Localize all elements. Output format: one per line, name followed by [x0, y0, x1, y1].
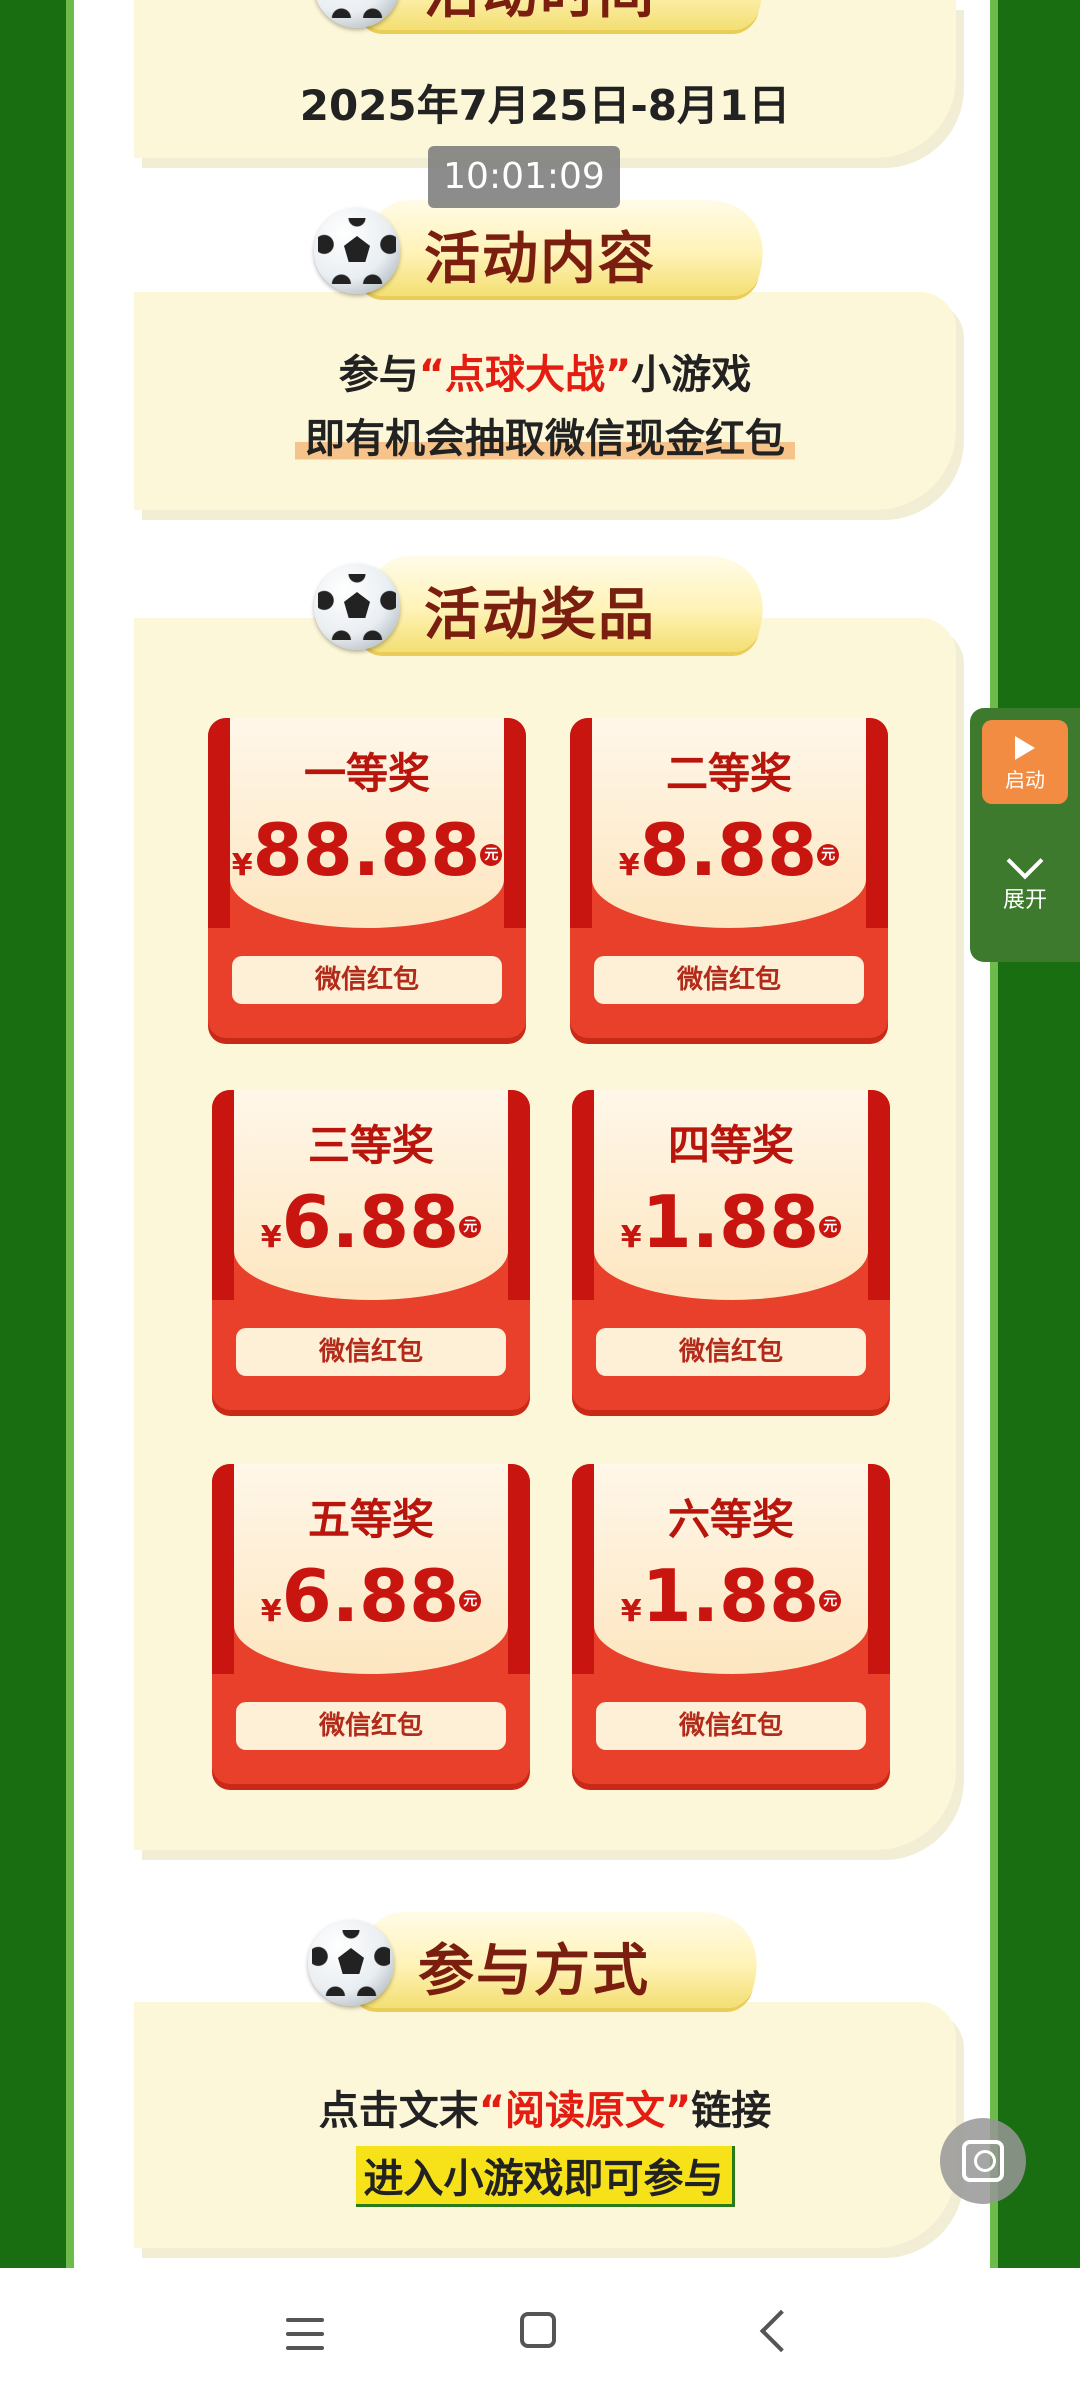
prize-name: 六等奖 — [667, 1495, 794, 1544]
prize-name: 四等奖 — [667, 1121, 794, 1170]
prize-name: 二等奖 — [665, 749, 792, 798]
wechat-red-packet-button[interactable]: 微信红包 — [236, 1702, 506, 1750]
article-page: 2025年7月25日-8月1日 活动时间 参与“点球大战”小游戏 即有机会抽取微… — [66, 0, 998, 2268]
soccer-ball-icon — [314, 564, 400, 650]
join-heading: 参与方式 — [308, 1912, 772, 2008]
prize-card-4[interactable]: 四等奖 ¥1.88 元 微信红包 — [572, 1090, 890, 1410]
join-line-1: 点击文末“阅读原文”链接 — [318, 2088, 772, 2134]
play-icon — [1015, 736, 1035, 760]
prize-amount: ¥88.88 元 — [208, 808, 526, 892]
prize-amount: ¥6.88 元 — [212, 1554, 530, 1638]
time-heading: 活动时间 — [314, 0, 778, 30]
prize-card-1[interactable]: 一等奖 ¥88.88 元 微信红包 — [208, 718, 526, 1038]
soccer-ball-icon — [308, 1920, 394, 2006]
wechat-red-packet-button[interactable]: 微信红包 — [596, 1702, 866, 1750]
prize-name: 五等奖 — [307, 1495, 434, 1544]
scan-button[interactable] — [940, 2118, 1026, 2204]
expand-button[interactable]: 展开 — [970, 842, 1080, 914]
prize-name: 三等奖 — [307, 1121, 434, 1170]
wechat-red-packet-button[interactable]: 微信红包 — [596, 1328, 866, 1376]
prizes-heading: 活动奖品 — [314, 556, 778, 652]
soccer-ball-icon — [314, 208, 400, 294]
wechat-red-packet-button[interactable]: 微信红包 — [232, 956, 502, 1004]
content-card: 参与“点球大战”小游戏 即有机会抽取微信现金红包 — [134, 292, 956, 510]
read-original-highlight: “阅读原文” — [478, 2088, 692, 2134]
start-button[interactable]: 启动 — [982, 720, 1068, 804]
join-card: 点击文末“阅读原文”链接 进入小游戏即可参与 — [134, 2002, 956, 2248]
system-nav-bar — [0, 2268, 1080, 2400]
wechat-red-packet-button[interactable]: 微信红包 — [236, 1328, 506, 1376]
activity-date: 2025年7月25日-8月1日 — [299, 81, 791, 130]
floating-side-panel: 启动 展开 — [970, 708, 1080, 962]
join-line-2: 进入小游戏即可参与 — [134, 2146, 956, 2207]
back-icon[interactable] — [759, 2309, 803, 2353]
prize-amount: ¥6.88 元 — [212, 1180, 530, 1264]
home-icon[interactable] — [520, 2312, 556, 2348]
prize-amount: ¥8.88 元 — [570, 808, 888, 892]
wechat-red-packet-button[interactable]: 微信红包 — [594, 956, 864, 1004]
content-heading: 活动内容 — [314, 200, 778, 296]
join-heading-title: 参与方式 — [418, 1939, 650, 2004]
prize-card-3[interactable]: 三等奖 ¥6.88 元 微信红包 — [212, 1090, 530, 1410]
time-heading-title: 活动时间 — [424, 0, 656, 29]
chevron-down-icon — [1006, 842, 1044, 880]
content-line-1: 参与“点球大战”小游戏 — [338, 352, 752, 398]
menu-icon[interactable] — [286, 2318, 324, 2360]
prize-card-2[interactable]: 二等奖 ¥8.88 元 微信红包 — [570, 718, 888, 1038]
prize-amount: ¥1.88 元 — [572, 1554, 890, 1638]
game-name-highlight: “点球大战” — [418, 352, 632, 398]
time-overlay-chip: 10:01:09 — [428, 146, 620, 208]
prize-amount: ¥1.88 元 — [572, 1180, 890, 1264]
content-heading-title: 活动内容 — [424, 227, 656, 292]
prize-name: 一等奖 — [303, 749, 430, 798]
content-line-2: 即有机会抽取微信现金红包 — [134, 406, 956, 464]
prize-card-5[interactable]: 五等奖 ¥6.88 元 微信红包 — [212, 1464, 530, 1784]
prize-card-6[interactable]: 六等奖 ¥1.88 元 微信红包 — [572, 1464, 890, 1784]
prizes-heading-title: 活动奖品 — [424, 583, 656, 648]
